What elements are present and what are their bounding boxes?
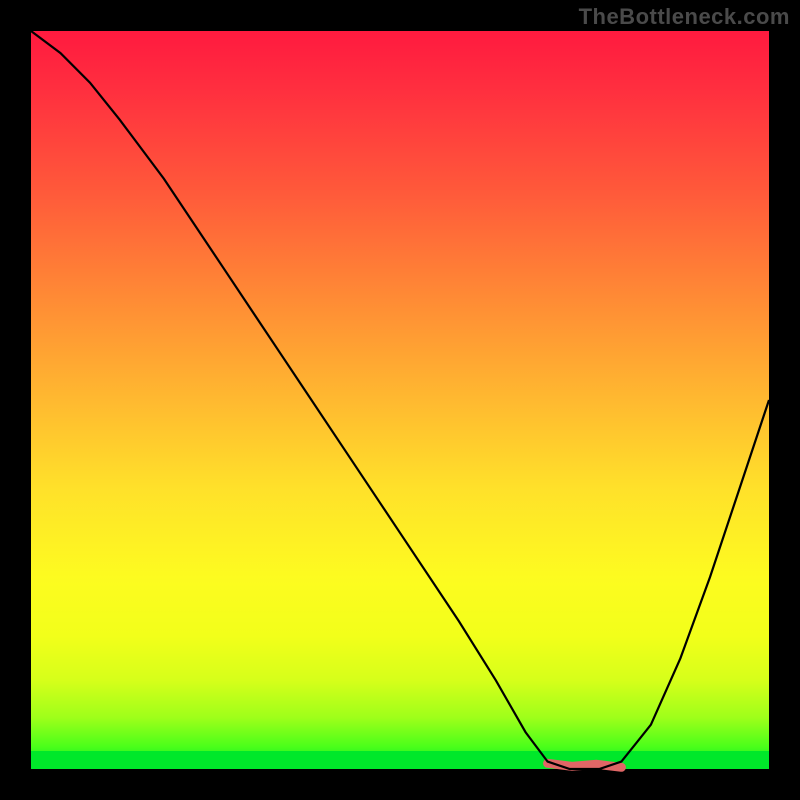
watermark-text: TheBottleneck.com [579,4,790,30]
curve-svg [31,31,769,769]
chart-frame: TheBottleneck.com [0,0,800,800]
plot-area [31,31,769,769]
bottleneck-curve [31,31,769,769]
